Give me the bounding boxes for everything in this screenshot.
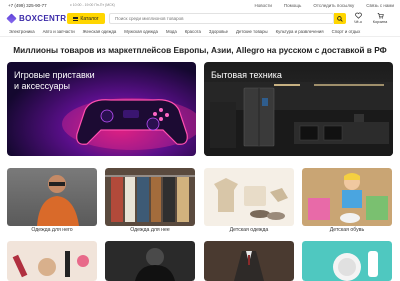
category-tile-kids-clothing[interactable]: Детская одежда (204, 168, 294, 238)
phone-number[interactable]: +7 (499) 325-90-77 (8, 3, 47, 8)
nav-item-kids[interactable]: Детские товары (236, 28, 268, 36)
favorites-label: Чё-о (353, 20, 363, 24)
category-image (302, 168, 392, 226)
hero-title-line-1: Игровые приставки (14, 70, 95, 80)
category-tile-mens-clothing[interactable]: Одежда для него (7, 168, 97, 238)
hero-title: Бытовая техника (211, 70, 282, 81)
nav-item-electronics[interactable]: Электроника (9, 28, 35, 36)
category-image (302, 241, 392, 281)
nav-item-culture[interactable]: Культура и развлечения (276, 28, 324, 36)
cart-label: Корзина (372, 20, 388, 24)
logo[interactable]: BOXCENTR (6, 13, 67, 24)
top-link-contact[interactable]: Связь с нами (366, 3, 394, 8)
category-label: Детская одежда (229, 227, 269, 233)
logo-text: BOXCENTR (19, 14, 67, 23)
category-tile-womens-clothing[interactable]: Одежда для нее (105, 168, 195, 238)
category-image (105, 241, 195, 281)
category-tile-kids-shoes[interactable]: Детская обувь (302, 168, 392, 238)
category-nav: Электроника Авто и запчасти Женская одеж… (0, 28, 400, 37)
search-icon (337, 15, 343, 22)
category-tile-fashion[interactable] (105, 241, 195, 281)
search-input[interactable]: Поиск среди миллионов товаров (109, 13, 334, 24)
menu-icon (73, 16, 79, 21)
hero-title: Игровые приставки и аксессуары (14, 70, 95, 92)
category-tile-cosmetics[interactable] (7, 241, 97, 281)
category-label: Детская обувь (329, 227, 365, 233)
hero-title-line-1: Бытовая техника (211, 70, 282, 80)
category-image (7, 168, 97, 226)
nav-item-womens-clothing[interactable]: Женская одежда (83, 28, 117, 36)
category-tile-home[interactable] (302, 241, 392, 281)
catalog-label: Каталог (80, 15, 99, 22)
nav-item-fashion[interactable]: Мода (166, 28, 177, 36)
logo-mark-icon (6, 13, 17, 24)
top-link-news[interactable]: Новости (255, 3, 272, 8)
category-image (204, 241, 294, 281)
hero-title-line-2: и аксессуары (14, 81, 70, 91)
hero-banner-appliances[interactable]: Бытовая техника (204, 62, 393, 156)
favorites-button[interactable]: Чё-о (350, 12, 366, 26)
cart-icon (377, 13, 384, 19)
heart-icon (354, 12, 362, 19)
category-image (105, 168, 195, 226)
catalog-button[interactable]: Каталог (67, 13, 105, 24)
cart-button[interactable]: Корзина (372, 12, 388, 26)
site-header: BOXCENTR Каталог Поиск среди миллионов т… (0, 10, 400, 28)
nav-item-health[interactable]: Здоровье (209, 28, 228, 36)
top-link-help[interactable]: Помощь (284, 3, 301, 8)
top-info-bar: +7 (499) 325-90-77 с 10:00 - 19:00 Пн-Пт… (0, 0, 400, 10)
category-image (204, 168, 294, 226)
nav-item-beauty[interactable]: Красота (185, 28, 201, 36)
category-label: Одежда для него (31, 227, 73, 233)
page-title: Миллионы товаров из маркетплейсов Европы… (13, 45, 387, 55)
nav-item-sport[interactable]: Спорт и отдых (332, 28, 361, 36)
category-tile-menswear[interactable] (204, 241, 294, 281)
nav-item-mens-clothing[interactable]: Мужская одежда (124, 28, 158, 36)
working-hours: с 10:00 - 19:00 Пн-Пт (МСК) (70, 3, 115, 7)
category-image (7, 241, 97, 281)
top-link-track-parcel[interactable]: Отследить посылку (313, 3, 354, 8)
nav-item-auto[interactable]: Авто и запчасти (43, 28, 75, 36)
category-label: Одежда для нее (130, 227, 170, 233)
top-links: Новости Помощь Отследить посылку Связь с… (255, 3, 395, 8)
search-button[interactable] (334, 13, 346, 24)
hero-banner-game-consoles[interactable]: Игровые приставки и аксессуары (7, 62, 196, 156)
